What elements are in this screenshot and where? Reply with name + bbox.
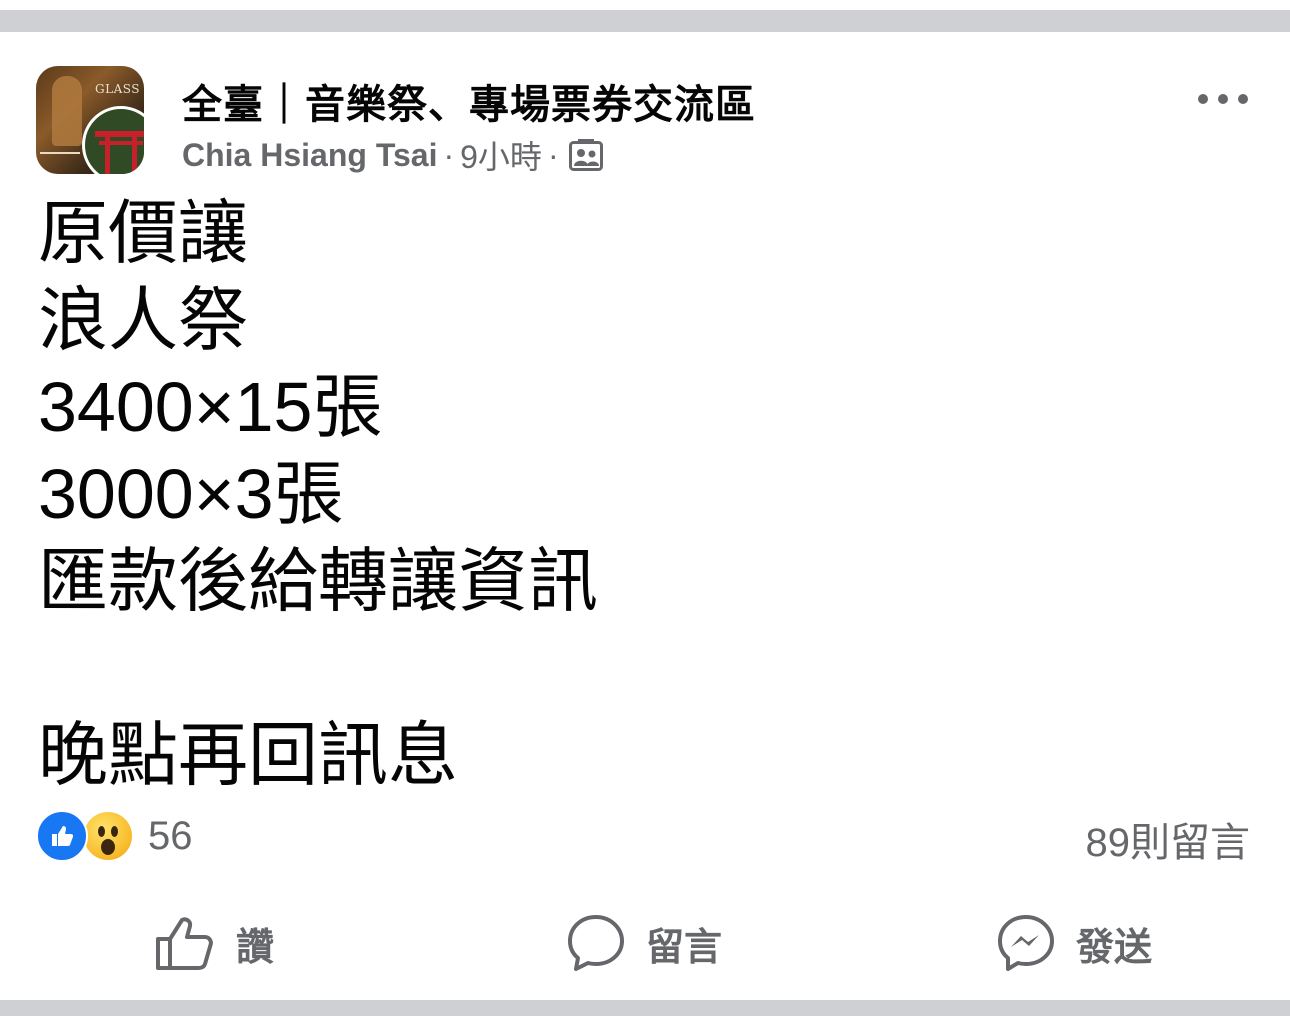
meta-separator: · xyxy=(443,136,455,173)
comment-icon xyxy=(566,913,626,973)
post-header: GLASS 全臺｜音樂祭、專場票券交流區 Chia Hsiang Tsai · … xyxy=(36,66,1256,176)
top-divider xyxy=(0,10,1290,32)
post-line xyxy=(38,625,598,712)
post-line: 晚點再回訊息 xyxy=(38,716,458,794)
group-avatar[interactable]: GLASS xyxy=(36,66,144,174)
post-time[interactable]: 9小時 xyxy=(460,132,542,178)
messenger-icon xyxy=(996,913,1056,973)
author-avatar[interactable] xyxy=(82,106,144,174)
post-action-bar: 讚 留言 發送 xyxy=(0,900,1290,986)
send-button[interactable]: 發送 xyxy=(996,908,1152,978)
avatar-logo-text: GLASS xyxy=(95,82,140,96)
post-line: 匯款後給轉讓資訊 xyxy=(38,542,598,620)
post-line: 3000×3張 xyxy=(38,455,344,533)
more-options-icon[interactable] xyxy=(1198,84,1248,114)
comment-button[interactable]: 留言 xyxy=(566,908,722,978)
post-line: 3400×15張 xyxy=(38,368,383,446)
post-meta: Chia Hsiang Tsai · 9小時 · xyxy=(182,132,603,178)
meta-separator-2: · xyxy=(547,136,559,173)
author-name-link[interactable]: Chia Hsiang Tsai xyxy=(182,137,437,174)
comment-count-link[interactable]: 89則留言 xyxy=(1086,810,1251,868)
send-button-label: 發送 xyxy=(1076,926,1153,969)
avatar-figure xyxy=(52,76,82,146)
group-name-link[interactable]: 全臺｜音樂祭、專場票券交流區 xyxy=(182,72,756,130)
reaction-count: 56 xyxy=(148,813,193,858)
reaction-summary[interactable]: 56 xyxy=(36,810,193,862)
like-button[interactable]: 讚 xyxy=(154,908,274,978)
post-line: 原價讓 xyxy=(38,194,248,272)
post-line: 浪人祭 xyxy=(38,281,248,359)
bottom-divider xyxy=(0,1000,1290,1016)
avatar-scribble xyxy=(40,152,80,154)
post-text: 原價讓 浪人祭 3400×15張 3000×3張 匯款後給轉讓資訊 晚點再回訊息 xyxy=(38,190,598,799)
comment-button-label: 留言 xyxy=(646,926,723,969)
like-reaction-icon xyxy=(36,810,88,862)
wow-reaction-icon xyxy=(82,810,134,862)
audience-icon xyxy=(568,139,603,171)
like-button-label: 讚 xyxy=(236,926,275,969)
like-icon xyxy=(154,914,216,972)
